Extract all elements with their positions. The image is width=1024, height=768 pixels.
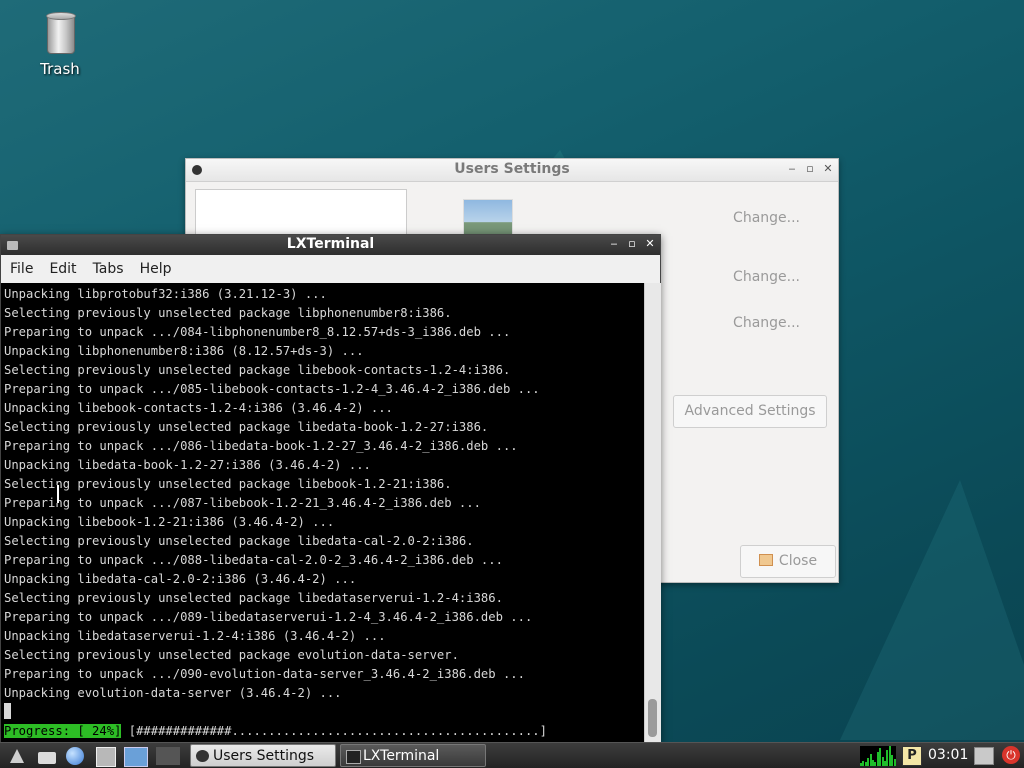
cpu-graph-bar (893, 759, 896, 766)
terminal-scrollbar[interactable] (644, 283, 661, 743)
terminal-line: Selecting previously unselected package … (4, 534, 474, 548)
terminal-line: Unpacking libphonenumber8:i386 (8.12.57+… (4, 344, 364, 358)
taskbar: Users Settings LXTerminal P 03:01 ⏻ (0, 742, 1024, 768)
terminal-line: Selecting previously unselected package … (4, 591, 503, 605)
terminal-icon (346, 750, 361, 764)
terminal-line: Unpacking evolution-data-server (3.46.4-… (4, 686, 342, 700)
clock[interactable]: 03:01 (928, 747, 968, 763)
mouse-cursor (56, 485, 59, 503)
scrollbar-thumb[interactable] (648, 699, 657, 737)
terminal-line: Selecting previously unselected package … (4, 306, 452, 320)
minimize-icon[interactable]: ‒ (786, 162, 798, 175)
terminal-line: Unpacking libprotobuf32:i386 (3.21.12-3)… (4, 287, 327, 301)
maximize-icon[interactable]: ▫ (626, 237, 638, 250)
tray-p-icon[interactable]: P (902, 746, 922, 766)
users-icon (196, 750, 209, 762)
task-users-settings[interactable]: Users Settings (190, 744, 336, 767)
browser-icon[interactable] (66, 747, 84, 765)
terminal-line: Preparing to unpack .../090-evolution-da… (4, 667, 525, 681)
users-settings-titlebar[interactable]: Users Settings ‒ ▫ ✕ (186, 159, 838, 182)
wallpaper-shape (840, 480, 1024, 740)
terminal-line: Unpacking libebook-contacts-1.2-4:i386 (… (4, 401, 393, 415)
network-icon[interactable] (974, 747, 994, 765)
terminal-line: Preparing to unpack .../088-libedata-cal… (4, 553, 503, 567)
terminal-window: LXTerminal ‒ ▫ ✕ File Edit Tabs Help Unp… (0, 234, 661, 744)
change-account-type-button[interactable]: Change... (733, 269, 800, 285)
progress-label: Progress: [ 24%] (4, 724, 122, 738)
menu-help[interactable]: Help (132, 261, 180, 277)
close-button-label: Close (778, 553, 818, 569)
cpu-monitor-graph[interactable] (860, 746, 896, 766)
menu-edit[interactable]: Edit (41, 261, 84, 277)
terminal-line: Selecting previously unselected package … (4, 363, 511, 377)
terminal-output[interactable]: Unpacking libprotobuf32:i386 (3.21.12-3)… (1, 283, 644, 743)
task-label: LXTerminal (363, 748, 440, 764)
terminal-line: Selecting previously unselected package … (4, 420, 489, 434)
minimize-icon[interactable]: ‒ (608, 237, 620, 250)
terminal-line: Selecting previously unselected package … (4, 477, 452, 491)
terminal-lines: Unpacking libprotobuf32:i386 (3.21.12-3)… (4, 285, 540, 703)
terminal-line: Unpacking libebook-1.2-21:i386 (3.46.4-2… (4, 515, 335, 529)
advanced-settings-button[interactable]: Advanced Settings (673, 395, 827, 428)
close-button[interactable]: Close (740, 545, 836, 578)
terminal-line: Preparing to unpack .../089-libedataserv… (4, 610, 533, 624)
close-icon[interactable]: ✕ (822, 162, 834, 175)
terminal-titlebar[interactable]: LXTerminal ‒ ▫ ✕ (1, 235, 660, 255)
trash-icon (45, 12, 76, 54)
progress-bar: [#############..........................… (121, 724, 555, 738)
show-desktop-icon[interactable] (124, 747, 148, 767)
terminal-line: Unpacking libedata-book-1.2-27:i386 (3.4… (4, 458, 371, 472)
power-icon[interactable]: ⏻ (1002, 746, 1020, 764)
terminal-line: Preparing to unpack .../085-libebook-con… (4, 382, 540, 396)
task-lxterminal[interactable]: LXTerminal (340, 744, 486, 767)
taskbar-separator (156, 747, 180, 765)
close-button-icon (758, 554, 773, 566)
terminal-line: Preparing to unpack .../084-libphonenumb… (4, 325, 511, 339)
window-title: LXTerminal (286, 236, 375, 252)
terminal-line: Unpacking libedata-cal-2.0-2:i386 (3.46.… (4, 572, 357, 586)
terminal-line: Preparing to unpack .../086-libedata-boo… (4, 439, 518, 453)
menu-file[interactable]: File (1, 261, 41, 277)
app-menu-icon[interactable] (8, 747, 26, 765)
file-manager-icon[interactable] (38, 752, 56, 764)
maximize-icon[interactable]: ▫ (804, 162, 816, 175)
desktop-icon-label: Trash (40, 60, 80, 78)
close-icon[interactable]: ✕ (644, 237, 656, 250)
desktop-icon-trash[interactable]: Trash (28, 12, 92, 78)
terminal-line: Unpacking libedataserverui-1.2-4:i386 (3… (4, 629, 386, 643)
window-title: Users Settings (454, 161, 570, 177)
terminal-line: Preparing to unpack .../087-libebook-1.2… (4, 496, 481, 510)
progress-line: Progress: [ 24%] [#############.........… (4, 722, 554, 741)
terminal-line: Selecting previously unselected package … (4, 648, 459, 662)
task-label: Users Settings (213, 748, 315, 764)
change-name-button[interactable]: Change... (733, 210, 800, 226)
change-password-button[interactable]: Change... (733, 315, 800, 331)
window-list-icon[interactable] (96, 747, 116, 767)
terminal-menubar: File Edit Tabs Help (1, 255, 660, 284)
menu-tabs[interactable]: Tabs (85, 261, 132, 277)
terminal-cursor (4, 703, 11, 719)
